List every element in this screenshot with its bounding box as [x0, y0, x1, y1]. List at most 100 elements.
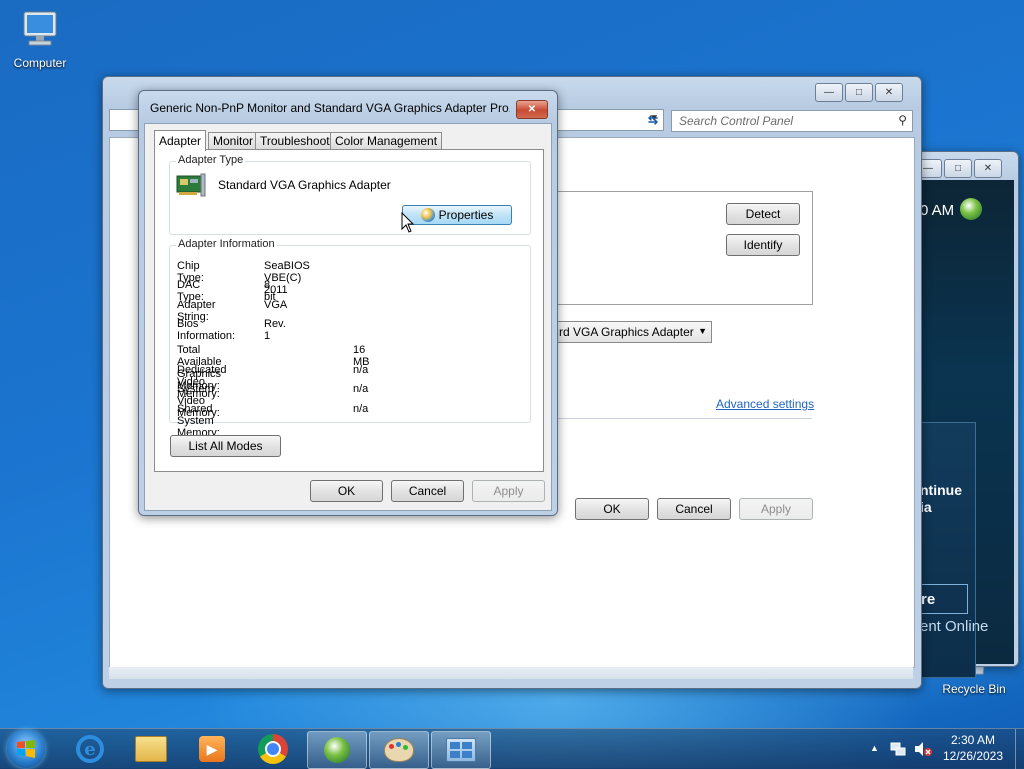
detect-label: Detect: [745, 207, 781, 221]
close-icon[interactable]: ✕: [516, 100, 548, 119]
adapter-info-group: Adapter Information Chip Type: SeaBIOS V…: [169, 238, 531, 439]
gs-caption-buttons: — □ ✕: [914, 159, 1002, 178]
folder-icon: [135, 736, 167, 762]
dialog-cancel-button[interactable]: Cancel: [391, 480, 464, 502]
display-select-value: rd VGA Graphics Adapter: [559, 325, 694, 339]
dialog-cancel-label: Cancel: [408, 484, 447, 498]
tab-troubleshoot-label: Troubleshoot: [260, 134, 330, 148]
clock[interactable]: 2:30 AM 12/26/2023: [935, 733, 1011, 763]
network-icon[interactable]: [890, 741, 906, 757]
gs-online-link[interactable]: ent Online: [920, 618, 988, 635]
search-placeholder: Search Control Panel: [679, 114, 794, 128]
taskbar-chrome[interactable]: [244, 731, 302, 767]
windows-orb-icon: [960, 198, 982, 220]
minimize-icon[interactable]: —: [815, 83, 843, 102]
control-panel-icon: [446, 738, 476, 762]
chevron-down-icon[interactable]: ▼: [698, 326, 707, 336]
properties-label: Properties: [438, 208, 494, 222]
gs-time-fragment: 0 AM: [920, 202, 955, 219]
adapter-type-group-title: Adapter Type: [176, 154, 246, 166]
info-value: Rev. 1: [264, 318, 286, 342]
tab-troubleshoot[interactable]: Troubleshoot: [255, 132, 335, 150]
tab-monitor-label: Monitor: [213, 134, 254, 148]
adapter-type-group: Adapter Type Standard VGA Graphics Adapt…: [169, 154, 531, 235]
mouse-cursor-icon: [401, 211, 415, 234]
cancel-button[interactable]: Cancel: [657, 498, 731, 520]
taskbar-getting-started[interactable]: [307, 731, 367, 769]
maximize-icon[interactable]: □: [845, 83, 873, 102]
memory-key: Shared System Memory:: [177, 403, 220, 439]
adapter-name: Standard VGA Graphics Adapter: [218, 178, 391, 192]
clock-date: 12/26/2023: [942, 749, 1004, 763]
cancel-label: Cancel: [675, 502, 713, 516]
internet-explorer-icon: e: [76, 735, 104, 763]
advanced-settings-link[interactable]: Advanced settings: [716, 397, 814, 411]
detect-button[interactable]: Detect: [726, 203, 800, 225]
dialog-ok-button[interactable]: OK: [310, 480, 383, 502]
ok-label: OK: [603, 502, 621, 516]
search-input[interactable]: Search Control Panel ⚲: [671, 110, 913, 132]
properties-button[interactable]: Properties: [402, 205, 512, 225]
tab-color-management[interactable]: Color Management: [330, 132, 443, 150]
close-icon[interactable]: ✕: [875, 83, 903, 102]
show-desktop-button[interactable]: [1015, 729, 1024, 769]
status-strip: [109, 667, 913, 679]
volume-muted-icon[interactable]: [913, 740, 933, 758]
chrome-icon: [258, 734, 288, 764]
maximize-icon[interactable]: □: [944, 159, 972, 178]
memory-value: n/a: [353, 403, 369, 415]
apply-button[interactable]: Apply: [739, 498, 813, 520]
shield-icon: [420, 208, 435, 222]
tab-adapter-label: Adapter: [159, 134, 202, 148]
display-select[interactable]: rd VGA Graphics Adapter ▼: [554, 321, 712, 343]
gs-panel: [920, 422, 976, 678]
windows-logo-icon: [17, 740, 35, 758]
list-all-modes-button[interactable]: List All Modes: [170, 435, 281, 457]
getting-started-window: — □ ✕ 0 AM ntinue ia re ent Online: [905, 151, 1019, 678]
info-key: Bios Information:: [177, 318, 236, 342]
gs-action-label: re: [921, 590, 936, 608]
tab-page-adapter: Adapter Type Standard VGA Graphics Adapt…: [154, 149, 544, 472]
show-hidden-icons-icon[interactable]: ▲: [870, 743, 879, 753]
identify-label: Identify: [743, 238, 783, 252]
ok-button[interactable]: OK: [575, 498, 649, 520]
tab-monitor[interactable]: Monitor: [208, 132, 259, 150]
memory-value: n/a: [353, 364, 369, 376]
taskbar-personalization[interactable]: [369, 731, 429, 769]
start-button[interactable]: [7, 730, 45, 768]
computer-desktop-icon[interactable]: Computer: [4, 8, 76, 70]
tab-color-management-label: Color Management: [335, 134, 438, 148]
cp-caption-buttons: — □ ✕: [815, 83, 903, 102]
taskbar-internet-explorer[interactable]: e: [61, 731, 119, 767]
divider: [554, 418, 812, 419]
memory-value: n/a: [353, 383, 369, 395]
dialog-body: Adapter Monitor Troubleshoot Color Manag…: [144, 123, 552, 511]
taskbar-media-player[interactable]: ▶: [183, 731, 241, 767]
close-icon[interactable]: ✕: [974, 159, 1002, 178]
dialog-title: Generic Non-PnP Monitor and Standard VGA…: [150, 101, 510, 115]
dialog-apply-button[interactable]: Apply: [472, 480, 545, 502]
adapter-properties-dialog: Generic Non-PnP Monitor and Standard VGA…: [138, 90, 558, 516]
dialog-caption-buttons: ✕: [516, 100, 548, 119]
taskbar-explorer[interactable]: [122, 731, 180, 767]
info-value: VGA: [264, 299, 288, 311]
adapter-info-group-title: Adapter Information: [176, 238, 277, 250]
windows-orb-icon: [324, 737, 350, 763]
gs-content: 0 AM ntinue ia re ent Online: [920, 180, 1014, 678]
recycle-bin-label: Recycle Bin: [942, 682, 1006, 696]
taskbar-control-panel[interactable]: [431, 731, 491, 769]
refresh-icon[interactable]: ⇆: [644, 110, 662, 129]
paint-palette-icon: [384, 738, 414, 762]
dialog-apply-label: Apply: [493, 484, 524, 498]
search-icon[interactable]: ⚲: [898, 113, 907, 127]
computer-icon: [18, 8, 62, 52]
tab-adapter[interactable]: Adapter: [154, 130, 207, 151]
taskbar: e ▶ ▲ 2:30 AM 12/26/2023: [0, 728, 1024, 769]
gs-text-line1: ntinue: [920, 482, 962, 498]
apply-label: Apply: [760, 502, 792, 516]
clock-time: 2:30 AM: [950, 733, 996, 747]
dialog-ok-label: OK: [337, 484, 356, 498]
identify-button[interactable]: Identify: [726, 234, 800, 256]
gs-action-button[interactable]: re: [920, 584, 968, 614]
list-all-modes-label: List All Modes: [188, 439, 263, 453]
